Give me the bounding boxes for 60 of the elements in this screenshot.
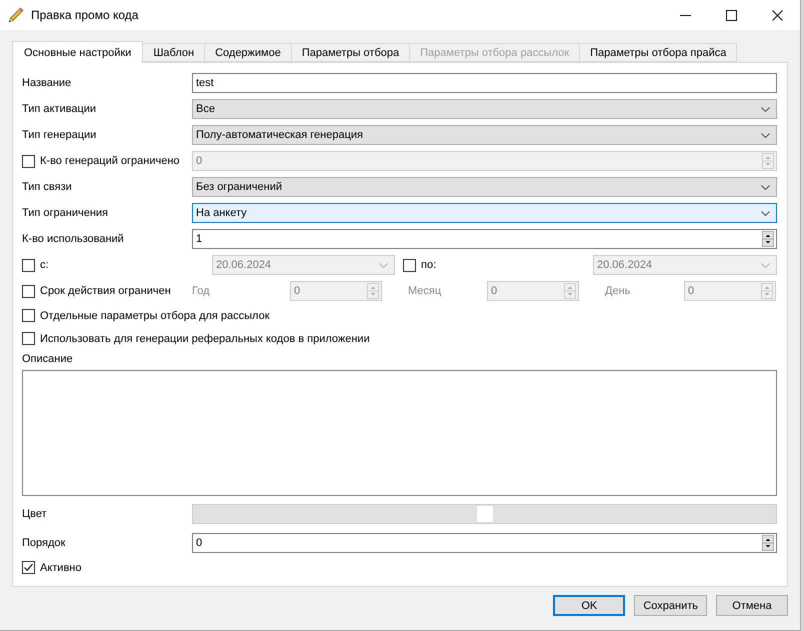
checkbox[interactable]	[22, 284, 35, 298]
spin-box[interactable]: 0	[192, 151, 777, 171]
dropdown[interactable]: На анкету	[192, 203, 777, 223]
field-label: Год	[192, 285, 210, 297]
field-label: Тип активации	[22, 103, 96, 115]
checkbox[interactable]	[403, 258, 416, 272]
description-field[interactable]	[22, 370, 777, 496]
spin-box[interactable]: 1	[192, 229, 777, 249]
field-label: Описание	[22, 353, 73, 365]
field-label: Порядок	[22, 537, 66, 549]
maximize-icon[interactable]	[726, 10, 736, 20]
field-label: Тип ограничения	[22, 207, 108, 219]
tab[interactable]: Параметры отбора	[290, 43, 410, 62]
dropdown[interactable]: Полу-автоматическая генерация	[192, 125, 777, 145]
chevron-down-icon[interactable]	[761, 132, 770, 138]
checkbox-label: К-во генераций ограничено	[40, 155, 180, 167]
field-label: Тип связи	[22, 181, 72, 193]
dialog-button[interactable]: Сохранить	[634, 595, 707, 616]
field-label: Название	[22, 77, 72, 89]
field-label: День	[605, 285, 630, 297]
dialog-button[interactable]: OK	[553, 595, 626, 616]
text-field[interactable]: test	[192, 73, 777, 93]
spin-box[interactable]: 0	[192, 533, 777, 553]
field-label: Месяц	[408, 285, 442, 297]
checkbox[interactable]	[22, 332, 35, 345]
checkbox-label: по:	[421, 259, 436, 271]
spin-box[interactable]: 0	[684, 281, 776, 301]
checkbox-label: с:	[40, 259, 49, 271]
spin-arrows-icon[interactable]	[762, 535, 774, 551]
color-picker[interactable]	[192, 504, 777, 524]
dropdown[interactable]: Без ограничений	[192, 177, 777, 197]
checkbox[interactable]	[22, 154, 35, 168]
pencil-icon	[8, 7, 24, 23]
checkbox-label: Срок действия ограничен	[40, 285, 171, 297]
tab[interactable]: Содержимое	[204, 43, 292, 62]
minimize-icon[interactable]	[680, 14, 690, 16]
dropdown[interactable]: Все	[192, 99, 777, 119]
checkbox[interactable]	[22, 309, 35, 322]
close-icon[interactable]	[772, 10, 782, 20]
window-title: Правка промо кода	[31, 8, 138, 22]
field-label: Тип генерации	[22, 129, 96, 141]
field-label: Цвет	[22, 508, 47, 520]
tab[interactable]: Параметры отбора прайса	[579, 43, 738, 62]
spin-arrows-icon[interactable]	[762, 231, 774, 247]
chevron-down-icon[interactable]	[761, 184, 770, 190]
tab[interactable]: Основные настройки	[12, 41, 144, 63]
date-field[interactable]: 20.06.2024	[212, 255, 395, 275]
field-label: К-во использований	[22, 233, 124, 245]
dialog-button[interactable]: Отмена	[716, 595, 788, 616]
checkbox-label: Активно	[40, 562, 82, 574]
tab[interactable]: Шаблон	[142, 43, 206, 62]
checkbox[interactable]	[22, 561, 35, 574]
checkbox-label: Использовать для генерации реферальных кодов в приложении	[40, 332, 370, 344]
chevron-down-icon[interactable]	[761, 210, 770, 216]
spin-box[interactable]: 0	[290, 281, 382, 301]
checkbox[interactable]	[22, 258, 35, 272]
spin-box[interactable]: 0	[487, 281, 579, 301]
chevron-down-icon[interactable]	[761, 106, 770, 112]
checkbox-label: Отдельные параметры отбора для рассылок	[40, 310, 270, 322]
date-field[interactable]: 20.06.2024	[593, 255, 777, 275]
